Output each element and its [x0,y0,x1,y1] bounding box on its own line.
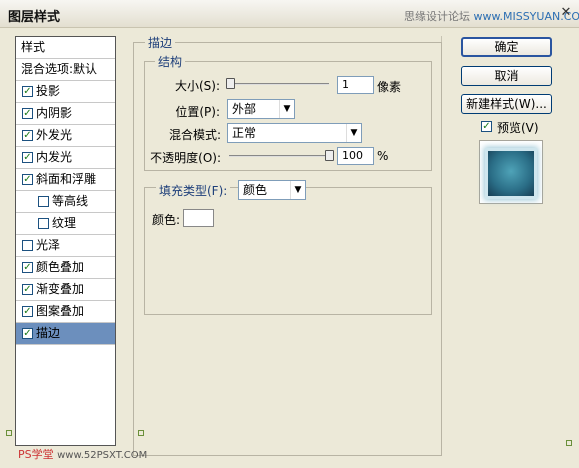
fill-type-select[interactable]: 颜色 ▼ [238,180,306,200]
style-checkbox[interactable]: ✓ [22,262,33,273]
stroke-color-swatch[interactable] [183,209,214,227]
corner-mark [566,440,572,446]
chevron-down-icon: ▼ [346,124,361,142]
style-checkbox[interactable]: ✓ [22,328,33,339]
style-list-label: 投影 [36,84,61,98]
preview-checkbox[interactable]: ✓ [481,121,492,132]
blend-mode-value: 正常 [232,126,257,140]
style-list-item[interactable]: 混合选项:默认 [16,59,115,81]
watermark-top: 思缘设计论坛 www.MISSYUAN.COM [404,10,579,23]
opacity-label: 不透明度(O): [150,151,221,165]
style-checkbox[interactable]: ✓ [22,306,33,317]
position-label: 位置(P): [175,105,220,119]
position-value: 外部 [232,102,257,116]
fill-group [144,187,432,315]
style-list-label: 内阴影 [36,106,73,120]
style-list-item[interactable]: 纹理 [16,213,115,235]
style-list-label: 斜面和浮雕 [36,172,97,186]
style-checkbox[interactable] [38,196,49,207]
watermark-bottom: PS学堂 www.52PSXT.COM [18,448,148,461]
style-list-item[interactable]: 样式 [16,37,115,59]
size-input[interactable]: 1 [337,76,374,94]
size-label: 大小(S): [174,79,220,93]
style-preview [479,140,543,204]
style-list-label: 混合选项:默认 [21,62,98,76]
color-label: 颜色: [152,213,181,227]
ok-button[interactable]: 确定 [461,37,552,57]
style-checkbox[interactable] [38,218,49,229]
preview-thumbnail [488,151,534,196]
size-slider-track[interactable] [229,83,329,85]
corner-mark [6,430,12,436]
size-unit: 像素 [377,80,402,94]
style-list-label: 内发光 [36,150,73,164]
blend-mode-select[interactable]: 正常 ▼ [227,123,362,143]
style-list-label: 颜色叠加 [36,260,85,274]
style-checkbox[interactable]: ✓ [22,152,33,163]
style-list-item[interactable]: ✓ 颜色叠加 [16,257,115,279]
fill-type-label: 填充类型(F): [156,182,231,199]
style-list-item[interactable]: ✓ 内阴影 [16,103,115,125]
close-icon[interactable]: ✕ [558,5,574,21]
chevron-down-icon: ▼ [279,100,294,118]
style-list-label: 样式 [21,40,46,54]
style-list-item[interactable]: 光泽 [16,235,115,257]
structure-group-title: 结构 [155,53,186,70]
style-list-label: 等高线 [52,194,89,208]
style-list-item[interactable]: ✓ 图案叠加 [16,301,115,323]
style-list-item[interactable]: ✓ 外发光 [16,125,115,147]
preview-label: 预览(V) [497,121,539,135]
dialog-title: 图层样式 [8,10,61,25]
style-list-item[interactable]: ✓ 投影 [16,81,115,103]
opacity-slider-thumb[interactable] [325,150,334,161]
cancel-button[interactable]: 取消 [461,66,552,86]
style-checkbox[interactable]: ✓ [22,86,33,97]
style-list-label: 纹理 [52,216,77,230]
style-list-item[interactable]: ✓ 内发光 [16,147,115,169]
opacity-unit: % [377,149,389,163]
style-checkbox[interactable]: ✓ [22,108,33,119]
style-list-item[interactable]: ✓ 渐变叠加 [16,279,115,301]
position-select[interactable]: 外部 ▼ [227,99,295,119]
stroke-group-title: 描边 [145,34,176,51]
corner-mark [138,430,144,436]
style-list-item[interactable]: ✓ 斜面和浮雕 [16,169,115,191]
style-list-label: 渐变叠加 [36,282,85,296]
chevron-down-icon: ▼ [290,181,305,199]
title-bar: 图层样式 思缘设计论坛 www.MISSYUAN.COM ✕ [0,0,579,28]
fill-type-value: 颜色 [243,183,268,197]
style-list-item[interactable]: ✓ 描边 [16,323,115,345]
style-list-label: 图案叠加 [36,304,85,318]
opacity-slider-track[interactable] [229,155,331,157]
style-list-label: 光泽 [36,238,61,252]
style-checkbox[interactable]: ✓ [22,130,33,141]
opacity-input[interactable]: 100 [337,147,374,165]
style-list: 样式 混合选项:默认 ✓ 投影 ✓ 内阴影 ✓ 外发光 ✓ 内发光 ✓ 斜面和浮雕 等高线 纹理 光泽 ✓ 颜色… [15,36,116,446]
style-checkbox[interactable] [22,240,33,251]
style-list-label: 描边 [36,326,61,340]
style-checkbox[interactable]: ✓ [22,174,33,185]
blend-mode-label: 混合模式: [168,128,221,142]
new-style-button[interactable]: 新建样式(W)... [461,94,552,114]
style-list-item[interactable]: 等高线 [16,191,115,213]
size-slider-thumb[interactable] [226,78,235,89]
style-checkbox[interactable]: ✓ [22,284,33,295]
style-list-label: 外发光 [36,128,73,142]
